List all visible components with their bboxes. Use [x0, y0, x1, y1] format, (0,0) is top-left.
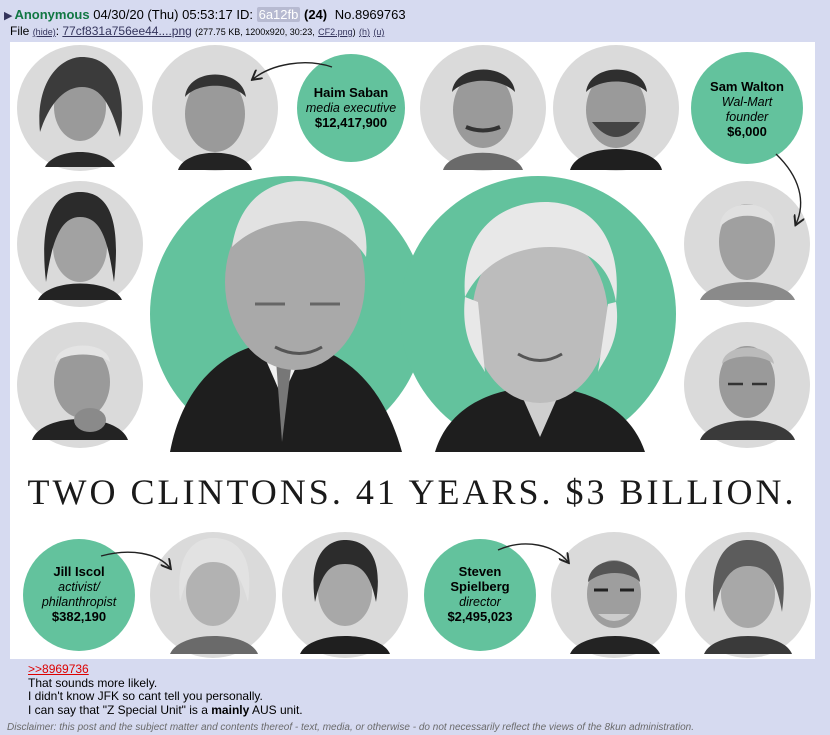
svg-text:director: director — [459, 595, 502, 609]
infographic-headline: TWO CLINTONS. 41 YEARS. $3 BILLION. — [28, 472, 797, 512]
haim-saban-portrait — [152, 45, 278, 171]
poster-id[interactable]: 6a12fb — [256, 7, 301, 22]
file-label: File — [10, 24, 30, 38]
svg-text:philanthropist: philanthropist — [41, 595, 117, 609]
jill-iscol-portrait — [150, 532, 276, 658]
steven-spielberg-portrait — [551, 532, 677, 658]
message-line-last: I can say that "Z Special Unit" is a mai… — [28, 702, 303, 717]
sam-walton-portrait — [684, 181, 810, 307]
post-datetime: 04/30/20 (Thu) 05:53:17 — [93, 7, 233, 22]
post-body: >>8969736 That sounds more likely. I did… — [28, 662, 303, 717]
post-image[interactable]: Haim Saban media executive $12,417,900 S… — [10, 42, 815, 659]
message-line: That sounds more likely. — [28, 675, 158, 690]
donor-portrait — [684, 322, 810, 448]
id-post-count: (24) — [303, 7, 328, 22]
svg-text:activist/: activist/ — [58, 580, 101, 594]
svg-text:$382,190: $382,190 — [52, 609, 106, 624]
haim-saban-label: Haim Saban media executive $12,417,900 — [297, 54, 405, 162]
poster-name: Anonymous — [14, 7, 90, 22]
post-menu-triangle-icon[interactable]: ▶ — [4, 10, 12, 22]
file-info: File (hide): 77cf831a756ee44....png (277… — [10, 24, 385, 38]
unspoiler-link[interactable]: (u) — [373, 27, 384, 37]
original-filename-link[interactable]: CF2.png — [318, 27, 353, 37]
donor-portrait — [17, 322, 143, 448]
file-meta: (277.75 KB, 1200x920, 30:23, — [195, 27, 315, 37]
hash-link[interactable]: (h) — [359, 27, 370, 37]
svg-text:founder: founder — [726, 110, 769, 124]
svg-text:$2,495,023: $2,495,023 — [447, 609, 512, 624]
svg-text:media executive: media executive — [306, 101, 396, 115]
sam-walton-label: Sam Walton Wal-Mart founder $6,000 — [691, 52, 803, 164]
id-label: ID: — [236, 7, 253, 22]
svg-text:Haim Saban: Haim Saban — [314, 85, 388, 100]
donor-portrait — [420, 45, 546, 171]
file-name-link[interactable]: 77cf831a756ee44....png — [62, 24, 191, 38]
svg-text:Steven: Steven — [459, 564, 502, 579]
donor-portrait — [553, 45, 679, 171]
post-header: ▶ Anonymous 04/30/20 (Thu) 05:53:17 ID: 6… — [4, 7, 406, 23]
svg-text:Jill Iscol: Jill Iscol — [53, 564, 104, 579]
donor-portrait — [282, 532, 408, 658]
svg-text:Wal-Mart: Wal-Mart — [722, 95, 773, 109]
steven-spielberg-label: Steven Spielberg director $2,495,023 — [424, 539, 536, 651]
clinton-donors-infographic: Haim Saban media executive $12,417,900 S… — [10, 42, 815, 659]
post-number[interactable]: No.8969763 — [335, 7, 406, 22]
donor-portrait — [685, 532, 811, 658]
svg-text:Spielberg: Spielberg — [450, 579, 509, 594]
svg-text:$6,000: $6,000 — [727, 124, 767, 139]
hide-file-link[interactable]: (hide) — [33, 27, 56, 37]
donor-portrait — [17, 45, 143, 171]
message-line: I didn't know JFK so cant tell you perso… — [28, 689, 263, 703]
svg-text:$12,417,900: $12,417,900 — [315, 115, 387, 130]
quote-link[interactable]: >>8969736 — [28, 662, 89, 676]
svg-text:Sam Walton: Sam Walton — [710, 79, 784, 94]
disclaimer: Disclaimer: this post and the subject ma… — [7, 722, 694, 733]
donor-portrait — [17, 181, 143, 307]
jill-iscol-label: Jill Iscol activist/ philanthropist $382… — [23, 539, 135, 651]
